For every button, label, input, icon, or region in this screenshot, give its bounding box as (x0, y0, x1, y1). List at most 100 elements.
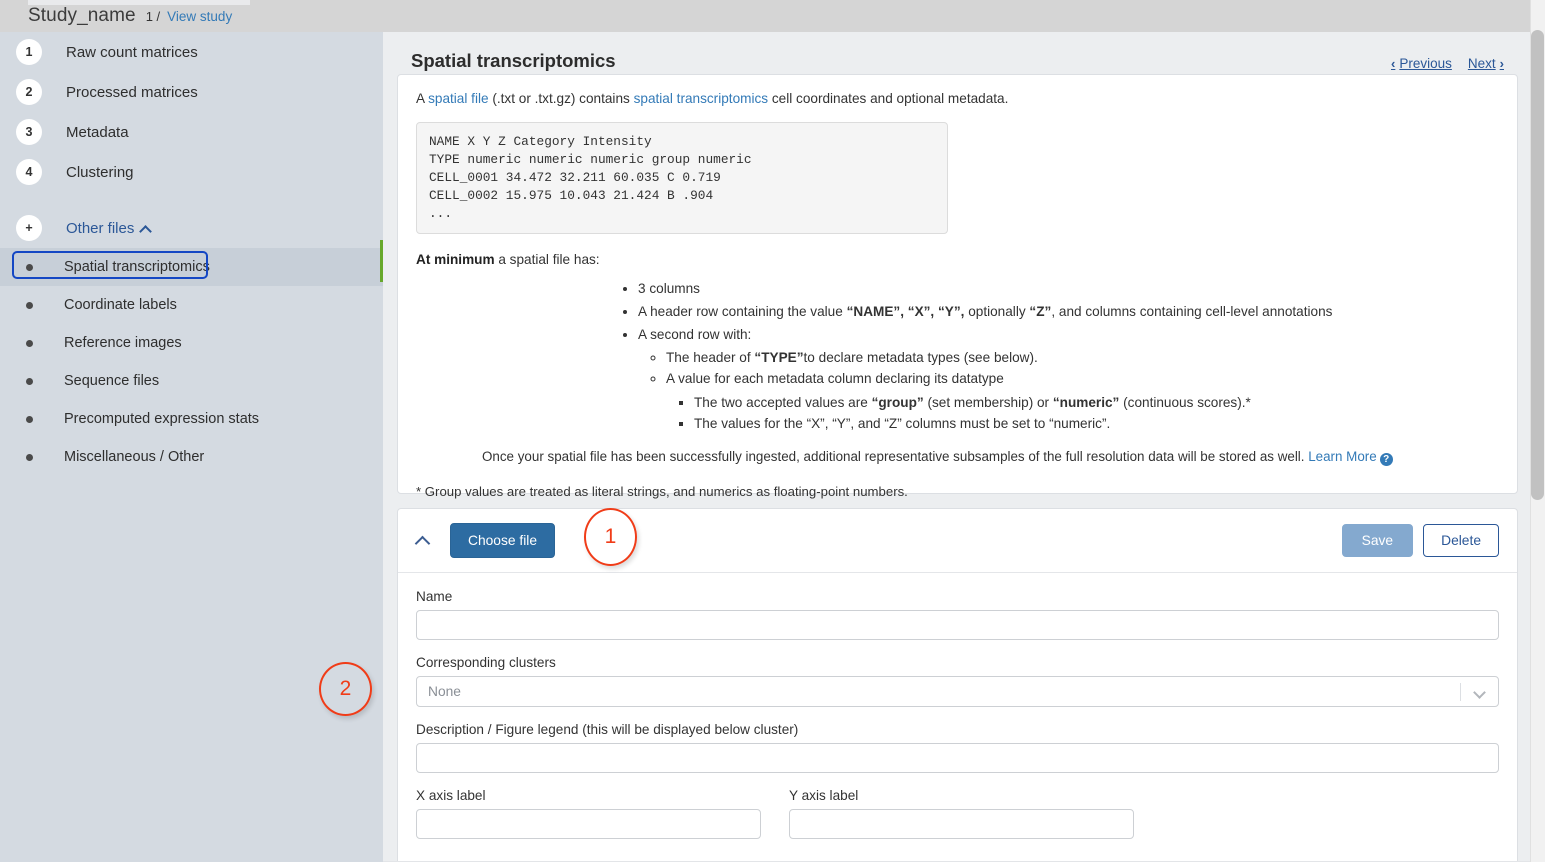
sidebar-item-label: Other files (66, 219, 135, 237)
form-body: Name Corresponding clusters None Descrip… (398, 573, 1517, 839)
chevron-up-icon[interactable] (410, 528, 436, 554)
bullet-header-names: “NAME”, “X”, “Y”, (846, 304, 965, 320)
sidebar-item-label: Spatial transcriptomics (64, 259, 210, 275)
y-axis-input[interactable] (789, 809, 1134, 839)
chevron-left-icon: ‹ (1391, 56, 1396, 71)
list-item: A value for each metadata column declari… (666, 368, 1499, 433)
datatype-value-text: A value for each metadata column declari… (666, 371, 1004, 387)
step-number-badge: 2 (16, 79, 42, 105)
step-number-badge: 3 (16, 119, 42, 145)
type-header-bold: “TYPE” (754, 350, 804, 366)
code-sample-block: NAME X Y Z Category Intensity TYPE numer… (416, 121, 948, 235)
sidebar-item-coordinate-labels[interactable]: Coordinate labels (0, 286, 383, 324)
sidebar-item-metadata[interactable]: 3 Metadata (0, 112, 383, 152)
y-axis-field-group: Y axis label (789, 788, 1134, 839)
spatial-transcriptomics-link[interactable]: spatial transcriptomics (634, 91, 768, 106)
clusters-label: Corresponding clusters (416, 655, 556, 670)
annotation-marker-2: 2 (319, 662, 372, 716)
sidebar-item-label: Metadata (66, 123, 129, 141)
spatial-file-link[interactable]: spatial file (428, 91, 488, 106)
corresponding-clusters-select[interactable]: None (416, 676, 1499, 707)
accepted-value-numeric: “numeric” (1052, 394, 1120, 410)
sidebar-item-label: Sequence files (64, 373, 160, 389)
sidebar-item-label: Precomputed expression stats (64, 411, 260, 427)
description-field-group: Description / Figure legend (this will b… (416, 722, 1499, 773)
sidebar-item-precomputed-expression-stats[interactable]: Precomputed expression stats (0, 400, 383, 438)
documentation-panel: A spatial file (.txt or .txt.gz) contain… (397, 74, 1518, 499)
bullet-second-row: A second row with: (638, 327, 752, 343)
sidebar-item-other-files[interactable]: + Other files (0, 208, 383, 248)
annotation-marker-1: 1 (584, 508, 637, 566)
delete-button[interactable]: Delete (1423, 524, 1499, 557)
help-circle-icon[interactable]: ? (1379, 452, 1393, 466)
page-scrollbar-track[interactable] (1530, 0, 1545, 862)
requirements-list: 3 columns A header row containing the va… (416, 278, 1499, 433)
main-content: Spatial transcriptomics ‹ Previous Next › … (383, 32, 1530, 862)
sidebar-item-processed-matrices[interactable]: 2 Processed matrices (0, 72, 383, 112)
name-input[interactable] (416, 610, 1499, 640)
bullet-header-mid: optionally (964, 304, 1030, 320)
app-root: Study_name 1 / View study 1 Raw count ma… (0, 0, 1545, 862)
view-study-link[interactable]: View study (167, 9, 232, 24)
bullet-dot-icon (16, 368, 42, 394)
at-minimum-bold: At minimum (416, 252, 495, 268)
select-selected-value: None (428, 684, 461, 699)
accepted-values-mid: (set membership) or (923, 394, 1053, 410)
bullet-dot-icon (16, 254, 42, 280)
learn-more-link[interactable]: Learn More (1308, 449, 1376, 464)
intro-text-post: cell coordinates and optional metadata. (768, 91, 1009, 106)
accepted-values-post: (continuous scores).* (1119, 394, 1251, 410)
content-header: Spatial transcriptomics ‹ Previous Next › (397, 36, 1518, 74)
study-name-title: Study_name (28, 5, 136, 26)
plus-badge-icon: + (16, 215, 42, 241)
ingest-note-text: Once your spatial file has been successf… (482, 448, 1309, 464)
datatype-sublist: The two accepted values are “group” (set… (666, 392, 1499, 434)
description-input[interactable] (416, 743, 1499, 773)
sidebar-item-label: Coordinate labels (64, 297, 177, 313)
intro-paragraph: A spatial file (.txt or .txt.gz) contain… (416, 89, 1499, 109)
chevron-up-icon[interactable] (141, 224, 151, 234)
intro-text-pre: A (416, 91, 429, 106)
y-axis-label: Y axis label (789, 788, 859, 803)
sidebar-item-miscellaneous-other[interactable]: Miscellaneous / Other (0, 438, 383, 476)
name-field-group: Name (416, 589, 1499, 640)
top-header-bar: Study_name 1 / View study (0, 0, 1530, 32)
save-button[interactable]: Save (1341, 524, 1414, 557)
x-axis-input[interactable] (416, 809, 761, 839)
sidebar-item-label: Clustering (66, 163, 134, 181)
bullet-dot-icon (16, 444, 42, 470)
choose-file-button[interactable]: Choose file (450, 523, 556, 558)
bullet-dot-icon (16, 406, 42, 432)
chevron-down-icon[interactable] (1474, 688, 1485, 695)
form-header-actions: Save Delete (1341, 524, 1499, 557)
list-item: A header row containing the value “NAME”… (638, 301, 1499, 322)
at-minimum-heading: At minimum a spatial file has: (416, 250, 1499, 270)
sidebar-item-label: Miscellaneous / Other (64, 449, 205, 465)
footnote-text: * Group values are treated as literal st… (416, 484, 908, 500)
sidebar-item-spatial-transcriptomics[interactable]: Spatial transcriptomics (0, 248, 383, 286)
ingest-note: Once your spatial file has been successf… (416, 447, 1499, 466)
type-header-pre: The header of (666, 350, 755, 366)
sidebar-item-label: Processed matrices (66, 83, 198, 101)
page-scrollbar-thumb[interactable] (1531, 30, 1544, 500)
sidebar: 1 Raw count matrices 2 Processed matrice… (0, 32, 383, 862)
x-axis-field-group: X axis label (416, 788, 761, 839)
page-title: Spatial transcriptomics (411, 50, 616, 71)
previous-label: Previous (1399, 56, 1452, 71)
x-axis-label: X axis label (416, 788, 486, 803)
sidebar-item-clustering[interactable]: 4 Clustering (0, 152, 383, 192)
breadcrumb: Study_name 1 / View study (28, 0, 232, 32)
axis-label-row: X axis label Y axis label (416, 788, 1499, 839)
documentation-body: A spatial file (.txt or .txt.gz) contain… (398, 75, 1517, 501)
step-number-badge: 4 (16, 159, 42, 185)
previous-link[interactable]: ‹ Previous (1391, 56, 1452, 71)
next-link[interactable]: Next › (1468, 56, 1504, 71)
sidebar-item-raw-count-matrices[interactable]: 1 Raw count matrices (0, 32, 383, 72)
pager-nav: ‹ Previous Next › (1391, 56, 1504, 71)
sidebar-item-reference-images[interactable]: Reference images (0, 324, 383, 362)
sidebar-item-sequence-files[interactable]: Sequence files (0, 362, 383, 400)
next-label: Next (1467, 56, 1496, 71)
chevron-right-icon: › (1499, 56, 1504, 71)
accepted-values-pre: The two accepted values are (694, 394, 872, 410)
